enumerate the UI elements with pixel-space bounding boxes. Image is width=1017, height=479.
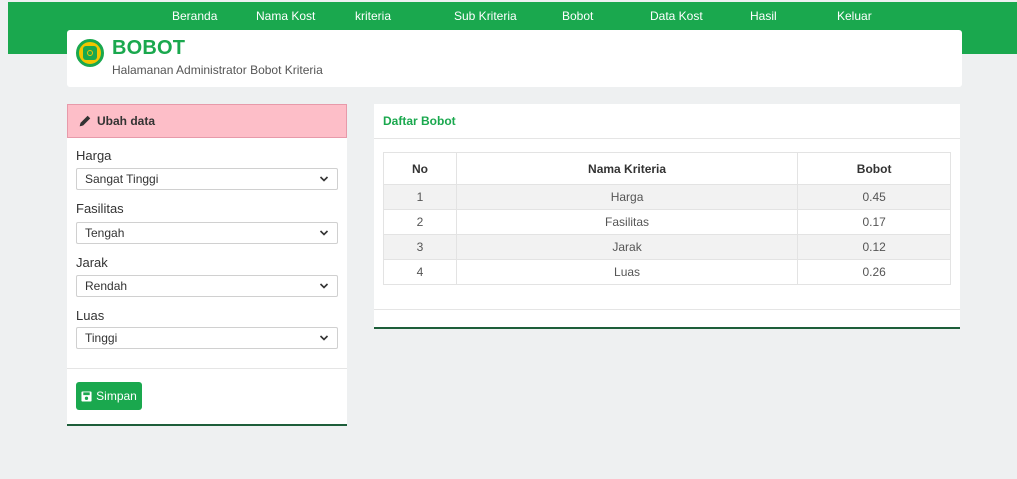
fasilitas-select[interactable]: Tengah — [76, 222, 338, 244]
chevron-down-icon — [319, 230, 329, 236]
table-row: 4 Luas 0.26 — [383, 259, 951, 285]
nav-kriteria[interactable]: kriteria — [355, 9, 391, 23]
scale-icon — [76, 39, 104, 67]
fasilitas-value: Tengah — [85, 226, 125, 240]
luas-label: Luas — [76, 308, 105, 323]
cell-nama-kriteria: Luas — [455, 259, 799, 285]
nav-data-kost[interactable]: Data Kost — [650, 9, 703, 23]
form-divider — [67, 368, 347, 369]
main-nav: Beranda Nama Kost kriteria Sub Kriteria … — [67, 2, 962, 30]
nav-sub-kriteria[interactable]: Sub Kriteria — [454, 9, 517, 23]
edit-form-panel: Ubah data Harga Sangat Tinggi Fasilitas … — [67, 104, 347, 426]
page-title: BOBOT — [112, 37, 186, 59]
chevron-down-icon — [319, 335, 329, 341]
table-row: 2 Fasilitas 0.17 — [383, 209, 951, 235]
table-row: 3 Jarak 0.12 — [383, 234, 951, 260]
fasilitas-label: Fasilitas — [76, 201, 124, 216]
luas-select[interactable]: Tinggi — [76, 327, 338, 349]
weights-table: No Nama Kriteria Bobot 1 Harga 0.45 2 Fa… — [383, 152, 951, 285]
harga-select[interactable]: Sangat Tinggi — [76, 168, 338, 190]
page-subtitle: Halamanan Administrator Bobot Kriteria — [112, 63, 323, 77]
nav-beranda[interactable]: Beranda — [172, 9, 217, 23]
weights-panel-header: Daftar Bobot — [374, 104, 960, 139]
cell-bobot: 0.17 — [797, 209, 951, 235]
save-icon — [81, 390, 92, 402]
weights-panel-title: Daftar Bobot — [383, 114, 456, 128]
column-header-no: No — [383, 152, 457, 185]
save-button-label: Simpan — [96, 389, 137, 403]
chevron-down-icon — [319, 283, 329, 289]
harga-label: Harga — [76, 148, 112, 163]
cell-no: 1 — [383, 184, 457, 210]
edit-form-title: Ubah data — [97, 114, 156, 128]
nav-bobot[interactable]: Bobot — [562, 9, 593, 23]
jarak-select[interactable]: Rendah — [76, 275, 338, 297]
pencil-icon — [79, 115, 91, 127]
table-row: 1 Harga 0.45 — [383, 184, 951, 210]
nav-nama-kost[interactable]: Nama Kost — [256, 9, 315, 23]
cell-bobot: 0.45 — [797, 184, 951, 210]
nav-hasil[interactable]: Hasil — [750, 9, 777, 23]
chevron-down-icon — [319, 176, 329, 182]
panel-divider — [374, 309, 960, 310]
table-header-row: No Nama Kriteria Bobot — [383, 152, 951, 185]
column-header-nama-kriteria: Nama Kriteria — [455, 152, 799, 185]
save-button[interactable]: Simpan — [76, 382, 142, 410]
cell-no: 3 — [383, 234, 457, 260]
harga-value: Sangat Tinggi — [85, 172, 159, 186]
cell-no: 4 — [383, 259, 457, 285]
luas-value: Tinggi — [85, 331, 118, 345]
cell-nama-kriteria: Jarak — [455, 234, 799, 260]
cell-bobot: 0.26 — [797, 259, 951, 285]
cell-nama-kriteria: Harga — [455, 184, 799, 210]
jarak-value: Rendah — [85, 279, 128, 293]
column-header-bobot: Bobot — [797, 152, 951, 185]
cell-bobot: 0.12 — [797, 234, 951, 260]
edit-form-header: Ubah data — [67, 104, 347, 138]
jarak-label: Jarak — [76, 255, 108, 270]
cell-no: 2 — [383, 209, 457, 235]
weights-panel: Daftar Bobot No Nama Kriteria Bobot 1 Ha… — [374, 104, 960, 329]
cell-nama-kriteria: Fasilitas — [455, 209, 799, 235]
page-header: BOBOT Halamanan Administrator Bobot Krit… — [67, 30, 962, 87]
nav-keluar[interactable]: Keluar — [837, 9, 872, 23]
